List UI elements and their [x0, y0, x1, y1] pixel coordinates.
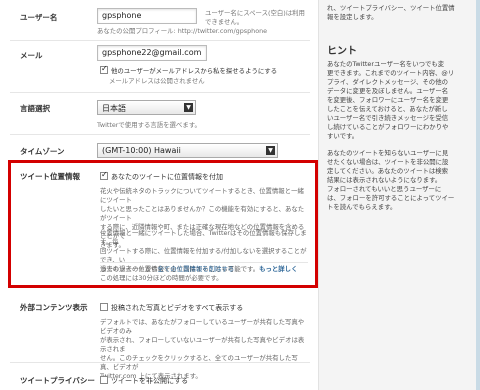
sidebar-line: を変更後、フォロワーにユーザー名を変更 — [327, 96, 449, 104]
chevron-down-icon: ▼ — [184, 103, 193, 112]
hint-title: ヒント — [327, 46, 357, 57]
divider — [10, 92, 310, 93]
external-desc-line: せん。このチェックをクリックすると、全てのユーザーが共有した写真、ビデオが — [100, 354, 298, 371]
sidebar-line: あなたのツイートを知らないユーザーに見 — [327, 149, 449, 157]
language-value: 日本語 — [102, 104, 126, 113]
sidebar-line: データに変更を及ぼしません。ユーザー名 — [327, 87, 449, 95]
timezone-value: (GMT-10:00) Hawaii — [102, 146, 181, 155]
email-discoverable-label: 他のユーザーがメールアドレスから私を探せるようにする — [111, 67, 278, 75]
sidebar-line: すいです。 — [327, 132, 359, 140]
email-hint: メールアドレスは公開されません — [109, 77, 205, 85]
external-media-label: 投稿された写真とビデオをすべて表示する — [111, 304, 244, 312]
external-media-checkbox[interactable] — [100, 303, 108, 311]
sidebar-line: あなたのTwitterユーザー名をいつでも変 — [327, 60, 445, 68]
external-desc-line: が表示され、フォローしていないユーザーが共有した写真やビデオは表示されま — [100, 336, 305, 353]
hint-username: あなたのTwitterユーザー名をいつでも変 更できます。これまでのツイート内容… — [327, 60, 477, 141]
sidebar-line: 更できます。これまでのツイート内容、@リ — [327, 69, 455, 77]
sidebar-line: トを読んでもらえます。 — [327, 203, 397, 211]
sidebar-intro: れ、ツイートプライバシー、ツイート位置情 報を設定します。 — [327, 4, 477, 22]
email-label: メール — [20, 51, 43, 60]
protect-tweets-checkbox[interactable] — [100, 376, 108, 384]
sidebar-line: せたくない場合は、ツイートを非公開に設 — [327, 158, 449, 166]
sidebar-line: フォローされてもいいと思うユーザーに — [327, 185, 442, 193]
sidebar-line: 報を設定します。 — [327, 13, 378, 21]
sidebar: れ、ツイートプライバシー、ツイート位置情 報を設定します。 ヒント あなたのTw… — [318, 0, 480, 390]
hint-privacy: あなたのツイートを知らないユーザーに見 せたくない場合は、ツイートを非公開に設 … — [327, 149, 477, 212]
divider — [10, 362, 310, 363]
profile-url: あなたの公開プロフィール: http://twitter.com/gpsphon… — [97, 27, 268, 35]
timezone-label: タイムゾーン — [20, 147, 65, 156]
sidebar-line: れ、ツイートプライバシー、ツイート位置情 — [327, 4, 455, 12]
language-select[interactable]: 日本語 ▼ — [97, 100, 196, 115]
sidebar-line: は、フォローを許可することによってツイー — [327, 194, 455, 202]
privacy-label: ツイートプライバシー — [20, 376, 95, 385]
external-description: デフォルトでは、あなたがフォローしているユーザーが共有した写真やビデオのみ が表… — [100, 318, 308, 381]
username-label: ユーザー名 — [20, 13, 58, 22]
settings-main: ユーザー名 gpsphone ユーザー名にスペース(空白)は利用できません。 あ… — [0, 0, 318, 390]
language-hint: Twitterで使用する言語を選べます。 — [97, 121, 201, 129]
sidebar-line: いユーザー名で引き続きメッセージを受信 — [327, 114, 449, 122]
page-edge — [476, 0, 480, 390]
sidebar-line: プライ、ダイレクトメッセージ、その他の — [327, 78, 448, 86]
sidebar-line: したことを伝えておけると、あなたが新し — [327, 105, 448, 113]
external-label: 外部コンテンツ表示 — [20, 303, 88, 312]
highlight-box — [8, 160, 318, 288]
chevron-down-icon: ▼ — [266, 146, 275, 155]
divider — [10, 40, 310, 41]
sidebar-line: 結果には表示されないようになります。 — [327, 176, 442, 184]
divider — [10, 134, 310, 135]
email-input[interactable]: gpsphone22@gmail.com — [97, 45, 207, 61]
external-desc-line: デフォルトでは、あなたがフォローしているユーザーが共有した写真やビデオのみ — [100, 318, 305, 335]
sidebar-line: し続けていることがフォロワーにわかりや — [327, 123, 449, 131]
username-hint: ユーザー名にスペース(空白)は利用できません。 — [205, 9, 305, 26]
username-input[interactable]: gpsphone — [97, 8, 197, 24]
protect-tweets-label: ツイートを非公開にする — [111, 377, 189, 385]
sidebar-line: 定してください。あなたのツイートは検索 — [327, 167, 449, 175]
timezone-select[interactable]: (GMT-10:00) Hawaii ▼ — [97, 143, 278, 158]
email-discoverable-checkbox[interactable] — [100, 64, 108, 74]
language-label: 言語選択 — [20, 104, 50, 113]
